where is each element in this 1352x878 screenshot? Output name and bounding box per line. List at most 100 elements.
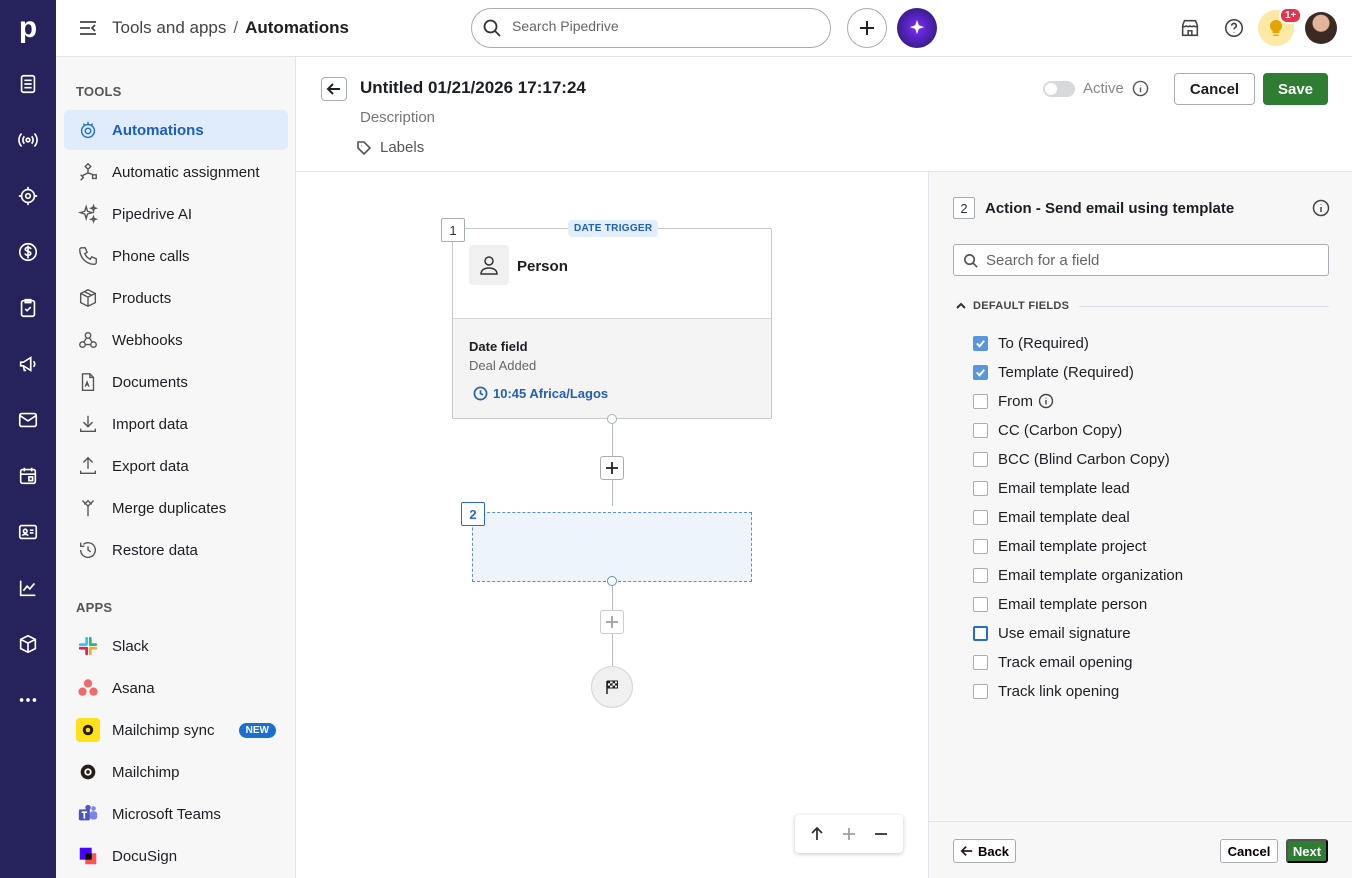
checkbox-checked[interactable]: [973, 335, 988, 351]
field-option[interactable]: Template (Required): [973, 362, 1134, 382]
sidebar-item-merge-duplicates[interactable]: Merge duplicates: [64, 488, 288, 528]
labels-button[interactable]: Labels: [356, 139, 424, 156]
nav-calendar[interactable]: [0, 448, 56, 504]
nav-campaigns[interactable]: [0, 336, 56, 392]
sidebar-item-import-data[interactable]: Import data: [64, 404, 288, 444]
field-option[interactable]: Track link opening: [973, 681, 1119, 701]
user-avatar[interactable]: [1305, 12, 1337, 44]
field-option[interactable]: From: [973, 391, 1054, 411]
checkbox[interactable]: [973, 538, 988, 554]
panel-cancel-button[interactable]: Cancel: [1220, 839, 1278, 863]
checkbox[interactable]: [973, 596, 988, 612]
field-option[interactable]: Email template deal: [973, 507, 1130, 527]
checkbox[interactable]: [973, 654, 988, 670]
sidebar-item-pipedrive-ai[interactable]: Pipedrive AI: [64, 194, 288, 234]
checkbox-checked[interactable]: [973, 364, 988, 380]
next-button[interactable]: Next: [1286, 839, 1328, 863]
sidebar-item-slack[interactable]: Slack: [64, 626, 288, 666]
cancel-button[interactable]: Cancel: [1174, 73, 1255, 105]
back-button-label: Back: [977, 843, 1010, 859]
zoom-in-button[interactable]: [838, 823, 860, 845]
checkbox[interactable]: [973, 683, 988, 699]
checkbox[interactable]: [973, 393, 988, 409]
sidebar-item-docusign[interactable]: DocuSign: [64, 836, 288, 876]
field-option-label: From: [998, 392, 1033, 410]
checkbox[interactable]: [973, 567, 988, 583]
breadcrumb-parent[interactable]: Tools and apps: [112, 18, 226, 37]
nav-mail[interactable]: [0, 392, 56, 448]
field-option[interactable]: Use email signature: [973, 623, 1131, 643]
sidebar-item-export-data[interactable]: Export data: [64, 446, 288, 486]
sidebar-item-asana[interactable]: Asana: [64, 668, 288, 708]
sidebar-item-microsoft-teams[interactable]: Microsoft Teams: [64, 794, 288, 834]
pipedrive-logo[interactable]: p: [0, 0, 56, 56]
field-option[interactable]: BCC (Blind Carbon Copy): [973, 449, 1170, 469]
add-step-button-disabled[interactable]: [600, 610, 624, 634]
checkbox[interactable]: [973, 509, 988, 525]
sidebar-item-automatic-assignment[interactable]: Automatic assignment: [64, 152, 288, 192]
nav-more[interactable]: [0, 672, 56, 728]
sidebar-item-products[interactable]: Products: [64, 278, 288, 318]
description-field[interactable]: Description: [360, 109, 435, 126]
field-search-input[interactable]: [986, 252, 1306, 269]
scroll-to-top-button[interactable]: [806, 823, 828, 845]
date-field-title: Date field: [469, 339, 528, 354]
field-option[interactable]: Email template organization: [973, 565, 1183, 585]
global-search[interactable]: [471, 8, 831, 48]
nav-deals[interactable]: [0, 168, 56, 224]
back-arrow-button[interactable]: [321, 77, 347, 101]
automation-title[interactable]: Untitled 01/21/2026 17:17:24: [360, 78, 586, 98]
nav-activities[interactable]: [0, 280, 56, 336]
field-option[interactable]: Email template lead: [973, 478, 1130, 498]
nav-revenue[interactable]: [0, 224, 56, 280]
nav-insights[interactable]: [0, 560, 56, 616]
marketplace-button[interactable]: [1179, 17, 1201, 39]
ai-assistant-button[interactable]: [897, 8, 937, 48]
sidebar-item-label: Restore data: [112, 541, 198, 559]
sidebar-item-documents[interactable]: Documents: [64, 362, 288, 402]
checkbox[interactable]: [973, 451, 988, 467]
zoom-out-button[interactable]: [870, 823, 892, 845]
checkbox[interactable]: [973, 480, 988, 496]
info-icon[interactable]: [1132, 80, 1149, 97]
breadcrumb-current: Automations: [245, 18, 349, 37]
nav-contacts[interactable]: [0, 504, 56, 560]
field-option[interactable]: Email template project: [973, 536, 1146, 556]
sidebar-item-webhooks[interactable]: Webhooks: [64, 320, 288, 360]
save-button[interactable]: Save: [1263, 73, 1328, 105]
action-card-placeholder[interactable]: [472, 512, 752, 582]
toggle-menu-button[interactable]: [78, 18, 98, 38]
clock-icon: [473, 386, 488, 401]
sidebar-item-restore-data[interactable]: Restore data: [64, 530, 288, 570]
field-option[interactable]: Track email opening: [973, 652, 1133, 672]
sidebar-item-label: Pipedrive AI: [112, 205, 193, 223]
add-step-button[interactable]: [600, 456, 624, 480]
default-fields-section-toggle[interactable]: DEFAULT FIELDS: [955, 300, 1329, 312]
nav-campaigns-radio[interactable]: [0, 112, 56, 168]
field-option[interactable]: To (Required): [973, 333, 1089, 353]
tips-button[interactable]: 1+: [1258, 7, 1303, 46]
info-icon[interactable]: [1312, 199, 1330, 217]
chevron-up-icon: [956, 302, 966, 309]
sidebar-item-mailchimp[interactable]: Mailchimp: [64, 752, 288, 792]
field-option[interactable]: CC (Carbon Copy): [973, 420, 1122, 440]
field-option[interactable]: Email template person: [973, 594, 1147, 614]
field-search[interactable]: [953, 244, 1329, 276]
nav-products[interactable]: [0, 616, 56, 672]
back-button[interactable]: Back: [953, 839, 1016, 863]
help-button[interactable]: [1223, 17, 1245, 39]
trigger-time: 10:45 Africa/Lagos: [473, 386, 608, 401]
info-icon[interactable]: [1038, 393, 1054, 409]
global-search-input[interactable]: [512, 18, 812, 34]
quick-add-button[interactable]: [847, 8, 887, 48]
trigger-card[interactable]: Person Date field Deal Added 10:45 Afric…: [452, 228, 772, 419]
sidebar-item-mailchimp-sync[interactable]: Mailchimp sync NEW: [64, 710, 288, 750]
sidebar-item-phone-calls[interactable]: Phone calls: [64, 236, 288, 276]
active-toggle[interactable]: [1043, 81, 1075, 97]
workflow-canvas[interactable]: Person Date field Deal Added 10:45 Afric…: [296, 172, 928, 878]
nav-leads-inbox[interactable]: [0, 56, 56, 112]
checkbox[interactable]: [973, 422, 988, 438]
sidebar-item-automations[interactable]: Automations: [64, 110, 288, 150]
checkbox[interactable]: [973, 625, 988, 641]
megaphone-icon: [19, 356, 36, 372]
